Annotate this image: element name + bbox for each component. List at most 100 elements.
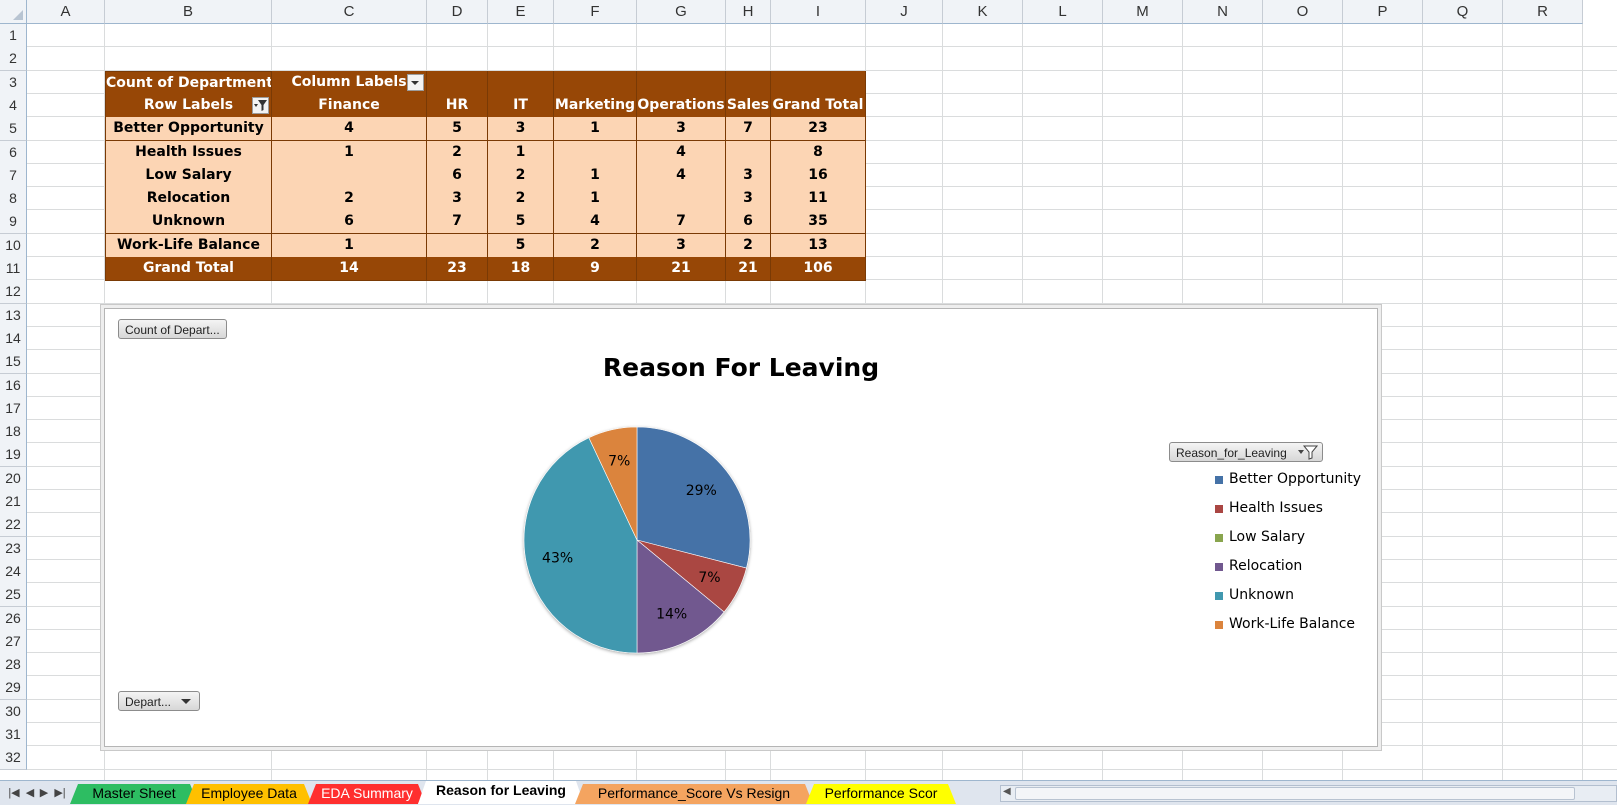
pivot-row-label: Health Issues <box>105 140 272 165</box>
next-sheet-icon[interactable]: ▶ <box>38 786 50 799</box>
column-header-p[interactable]: P <box>1343 0 1423 24</box>
pivot-row-labels[interactable]: Row Labels <box>105 93 272 118</box>
row-header-32[interactable]: 32 <box>0 746 27 771</box>
column-header-m[interactable]: M <box>1103 0 1183 24</box>
row-header-8[interactable]: 8 <box>0 187 27 212</box>
pivot-value-cell: 1 <box>554 187 637 212</box>
pivot-header-blank <box>726 70 771 95</box>
pivot-value-cell: 4 <box>554 210 637 235</box>
row-header-14[interactable]: 14 <box>0 326 27 351</box>
row-header-1[interactable]: 1 <box>0 24 27 48</box>
pivot-grand-total-cell: 23 <box>427 257 488 281</box>
legend-field-button[interactable]: Reason_for_Leaving <box>1169 442 1323 462</box>
pivot-chart[interactable]: Count of Depart... Reason For Leaving 29… <box>104 308 1378 747</box>
last-sheet-icon[interactable]: ▶| <box>54 786 66 799</box>
legend-field-label: Reason_for_Leaving <box>1176 446 1287 460</box>
pivot-value-cell: 6 <box>272 210 427 235</box>
axis-field-button[interactable]: Depart... <box>118 691 200 711</box>
row-header-10[interactable]: 10 <box>0 233 27 258</box>
row-header-21[interactable]: 21 <box>0 490 27 514</box>
prev-sheet-icon[interactable]: ◀ <box>24 786 36 799</box>
gridline-vertical <box>1582 24 1583 780</box>
pivot-value-cell: 3 <box>726 163 771 188</box>
column-header-k[interactable]: K <box>943 0 1023 24</box>
row-header-22[interactable]: 22 <box>0 513 27 538</box>
column-labels-dropdown-button[interactable] <box>407 73 424 91</box>
column-header-l[interactable]: L <box>1023 0 1103 24</box>
pivot-value-cell: 7 <box>427 210 488 235</box>
pivot-column-header: Marketing <box>554 93 637 118</box>
pivot-value-cell: 3 <box>726 187 771 212</box>
row-header-26[interactable]: 26 <box>0 606 27 631</box>
pivot-value-label: Count of Department <box>105 70 272 95</box>
column-header-e[interactable]: E <box>488 0 554 24</box>
sheet-tab-bar: |◀ ◀ ▶ ▶| Master Sheet Employee Data EDA S… <box>0 780 1617 805</box>
pivot-grand-total-label: Grand Total <box>105 257 272 281</box>
pivot-column-header: Sales <box>726 93 771 118</box>
column-header-o[interactable]: O <box>1263 0 1343 24</box>
gridline-horizontal <box>27 46 1617 48</box>
sheet-tab[interactable]: Employee Data <box>186 784 312 804</box>
row-header-25[interactable]: 25 <box>0 583 27 608</box>
row-header-5[interactable]: 5 <box>0 117 27 142</box>
pie-data-label: 7% <box>698 570 720 586</box>
horizontal-scrollbar[interactable]: ◀ <box>1000 785 1617 802</box>
first-sheet-icon[interactable]: |◀ <box>8 786 20 799</box>
legend-swatch <box>1215 592 1223 600</box>
column-header-a[interactable]: A <box>27 0 105 24</box>
row-header-19[interactable]: 19 <box>0 443 27 468</box>
row-header-6[interactable]: 6 <box>0 140 27 165</box>
column-header-j[interactable]: J <box>866 0 943 24</box>
row-header-9[interactable]: 9 <box>0 210 27 235</box>
row-header-20[interactable]: 20 <box>0 466 27 491</box>
column-header-r[interactable]: R <box>1503 0 1583 24</box>
row-header-29[interactable]: 29 <box>0 676 27 701</box>
column-header-f[interactable]: F <box>554 0 637 24</box>
row-header-28[interactable]: 28 <box>0 653 27 678</box>
chevron-down-icon <box>411 80 419 85</box>
legend-swatch <box>1215 505 1223 513</box>
pivot-header-blank <box>554 70 637 95</box>
column-header-b[interactable]: B <box>105 0 272 24</box>
pivot-value-cell: 11 <box>771 187 866 212</box>
sheet-tab[interactable]: EDA Summary <box>308 784 426 804</box>
pivot-header-blank <box>637 70 726 95</box>
row-header-31[interactable]: 31 <box>0 723 27 747</box>
row-header-7[interactable]: 7 <box>0 163 27 188</box>
pivot-column-labels[interactable]: Column Labels <box>272 70 427 95</box>
row-header-30[interactable]: 30 <box>0 699 27 724</box>
column-header-q[interactable]: Q <box>1423 0 1503 24</box>
row-header-13[interactable]: 13 <box>0 303 27 328</box>
column-header-g[interactable]: G <box>637 0 726 24</box>
scrollbar-thumb[interactable] <box>1015 787 1575 800</box>
row-header-3[interactable]: 3 <box>0 70 27 95</box>
legend-swatch <box>1215 534 1223 542</box>
row-header-4[interactable]: 4 <box>0 93 27 118</box>
pivot-row-label: Work-Life Balance <box>105 233 272 258</box>
sheet-tab[interactable]: Performance Scor <box>806 784 956 804</box>
select-all-corner[interactable] <box>0 0 27 24</box>
sheet-tab[interactable]: Performance_Score Vs Resign <box>575 784 813 804</box>
pivot-value-cell: 5 <box>488 233 554 258</box>
column-header-n[interactable]: N <box>1183 0 1263 24</box>
column-header-h[interactable]: H <box>726 0 771 24</box>
row-header-27[interactable]: 27 <box>0 629 27 654</box>
column-header-c[interactable]: C <box>272 0 427 24</box>
sheet-tab[interactable]: Master Sheet <box>70 784 198 804</box>
row-labels-filter-button[interactable] <box>252 96 269 114</box>
column-header-i[interactable]: I <box>771 0 866 24</box>
column-header-d[interactable]: D <box>427 0 488 24</box>
row-header-11[interactable]: 11 <box>0 257 27 281</box>
scroll-left-icon[interactable]: ◀ <box>1003 786 1011 797</box>
row-header-17[interactable]: 17 <box>0 396 27 421</box>
row-header-12[interactable]: 12 <box>0 280 27 305</box>
row-header-18[interactable]: 18 <box>0 420 27 445</box>
row-header-23[interactable]: 23 <box>0 536 27 561</box>
sheet-tab[interactable]: Reason for Leaving <box>418 781 584 804</box>
pivot-header-blank <box>771 70 866 95</box>
pivot-row-label: Low Salary <box>105 163 272 188</box>
row-header-2[interactable]: 2 <box>0 47 27 72</box>
row-header-24[interactable]: 24 <box>0 559 27 584</box>
row-header-15[interactable]: 15 <box>0 350 27 375</box>
row-header-16[interactable]: 16 <box>0 373 27 398</box>
